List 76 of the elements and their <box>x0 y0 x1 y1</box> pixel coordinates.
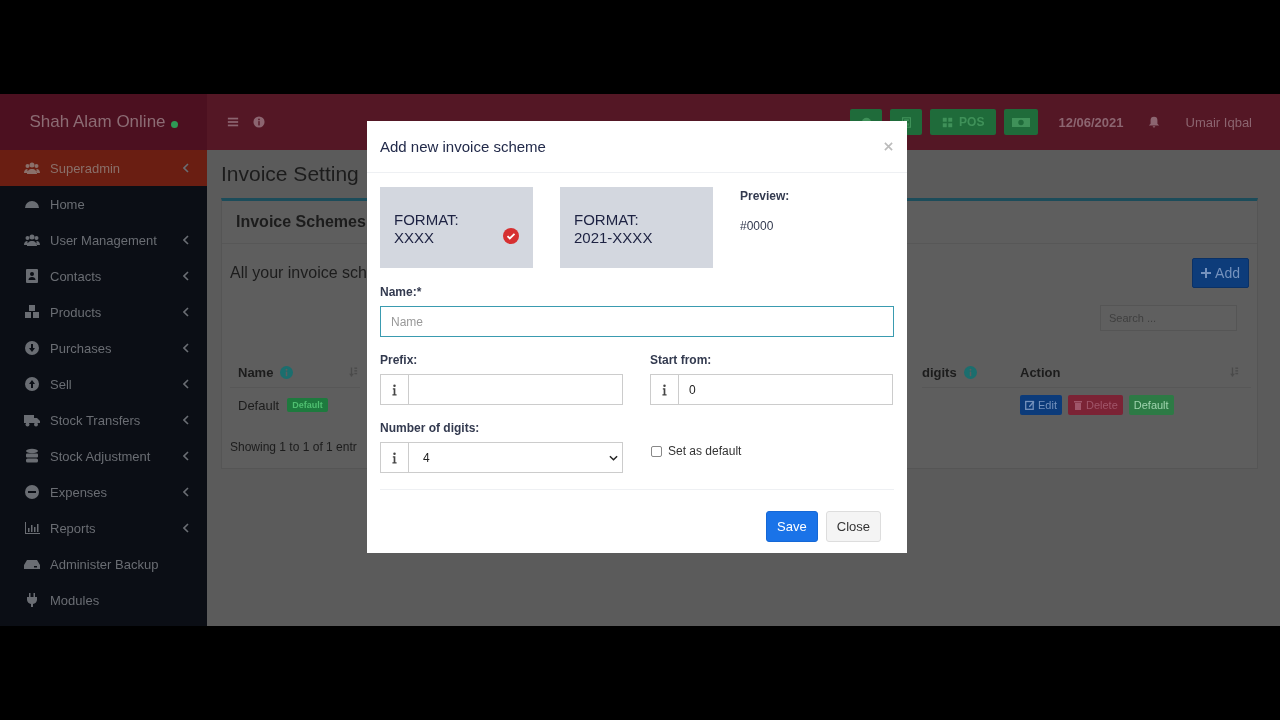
action-button[interactable]: Default <box>1128 395 1174 415</box>
sidebar-item[interactable]: Expenses <box>0 474 207 510</box>
sidebar-item[interactable]: Reports <box>0 510 207 546</box>
format-value: XXXX <box>394 228 436 247</box>
info-icon <box>392 383 397 396</box>
users-icon <box>24 232 40 248</box>
field-label: Prefix: <box>380 353 419 367</box>
cash-button[interactable] <box>1004 109 1039 135</box>
plus-icon <box>1201 268 1212 278</box>
modal-title: Add new invoice scheme <box>380 138 546 155</box>
description-text: All your invoice sch <box>230 264 367 282</box>
sidebar-item[interactable]: User Management <box>0 222 207 258</box>
column-label: Action <box>1020 364 1062 380</box>
sidebar-item[interactable]: Home <box>0 186 207 222</box>
digits-select[interactable]: 4 <box>380 442 623 473</box>
date-text: 12/06/2021 <box>1058 114 1124 130</box>
sidebar-item[interactable]: Superadmin <box>0 150 207 186</box>
plug-icon <box>24 592 40 608</box>
info-icon <box>392 451 397 464</box>
bell-icon[interactable] <box>1147 116 1160 128</box>
field-label: Name:* <box>380 285 423 299</box>
start-from-field[interactable]: 0 <box>650 374 893 405</box>
checkbox[interactable] <box>651 445 662 457</box>
grid-icon <box>942 116 954 128</box>
users-icon <box>24 160 40 176</box>
sidebar-item[interactable]: Modules <box>0 582 207 618</box>
action-button[interactable]: Edit <box>1020 395 1062 415</box>
address-book-icon <box>24 268 40 284</box>
banknote-icon <box>1012 116 1031 128</box>
entries-info: Showing 1 to 1 of 1 entr <box>230 440 357 454</box>
arrow-down-circle-icon <box>24 340 40 356</box>
sidebar-item[interactable]: Administer Backup <box>0 546 207 582</box>
format-value: 2021-XXXX <box>574 228 653 247</box>
sidebar-item[interactable]: Purchases <box>0 330 207 366</box>
column-label: digits <box>922 364 957 380</box>
format-label: FORMAT: <box>394 210 459 229</box>
edit-icon <box>1025 400 1035 410</box>
truck-icon <box>24 412 40 428</box>
cubes-icon <box>24 304 40 320</box>
bar-chart-icon <box>24 520 40 536</box>
brand-name[interactable]: Shah Alam Online <box>29 112 166 132</box>
save-button[interactable]: Save <box>766 510 818 542</box>
sidebar-item[interactable]: Sell <box>0 366 207 402</box>
format-option[interactable]: FORMAT: XXXX <box>380 187 533 268</box>
default-badge: Default <box>287 398 328 412</box>
user-name[interactable]: Umair Iqbal <box>1185 114 1252 130</box>
sidebar-item[interactable]: Stock Transfers <box>0 402 207 438</box>
format-option[interactable]: FORMAT: 2021-XXXX <box>560 187 713 268</box>
prefix-field[interactable] <box>380 374 623 405</box>
column-header[interactable]: digits <box>922 357 1012 388</box>
menu-icon[interactable] <box>227 116 239 128</box>
field-label: Start from: <box>650 353 713 367</box>
arrow-up-circle-icon <box>24 376 40 392</box>
format-label: FORMAT: <box>574 210 640 229</box>
close-button[interactable]: Close <box>825 510 881 542</box>
field-label: Number of digits: <box>380 421 481 435</box>
caret-icon <box>609 454 618 461</box>
name-field[interactable]: Name <box>380 306 894 337</box>
scheme-name: Default <box>238 397 280 413</box>
minus-circle-icon <box>24 484 40 500</box>
trash-icon <box>1072 400 1083 410</box>
add-button[interactable]: Add <box>1192 258 1249 288</box>
column-header[interactable]: Action <box>1012 357 1251 388</box>
sidebar-item[interactable]: Stock Adjustment <box>0 438 207 474</box>
sidebar-item[interactable]: Products <box>0 294 207 330</box>
database-icon <box>24 448 40 464</box>
info-icon[interactable] <box>253 116 265 128</box>
info-icon <box>662 383 667 396</box>
page-title: Invoice Setting <box>221 161 360 187</box>
preview-value: #0000 <box>740 219 775 233</box>
sidebar-item[interactable]: Contacts <box>0 258 207 294</box>
preview-label: Preview: <box>740 189 790 203</box>
column-label: Name <box>238 364 274 380</box>
checkbox-label[interactable]: Set as default <box>668 444 742 458</box>
close-icon[interactable] <box>884 142 893 151</box>
column-header[interactable]: Name <box>230 357 360 388</box>
